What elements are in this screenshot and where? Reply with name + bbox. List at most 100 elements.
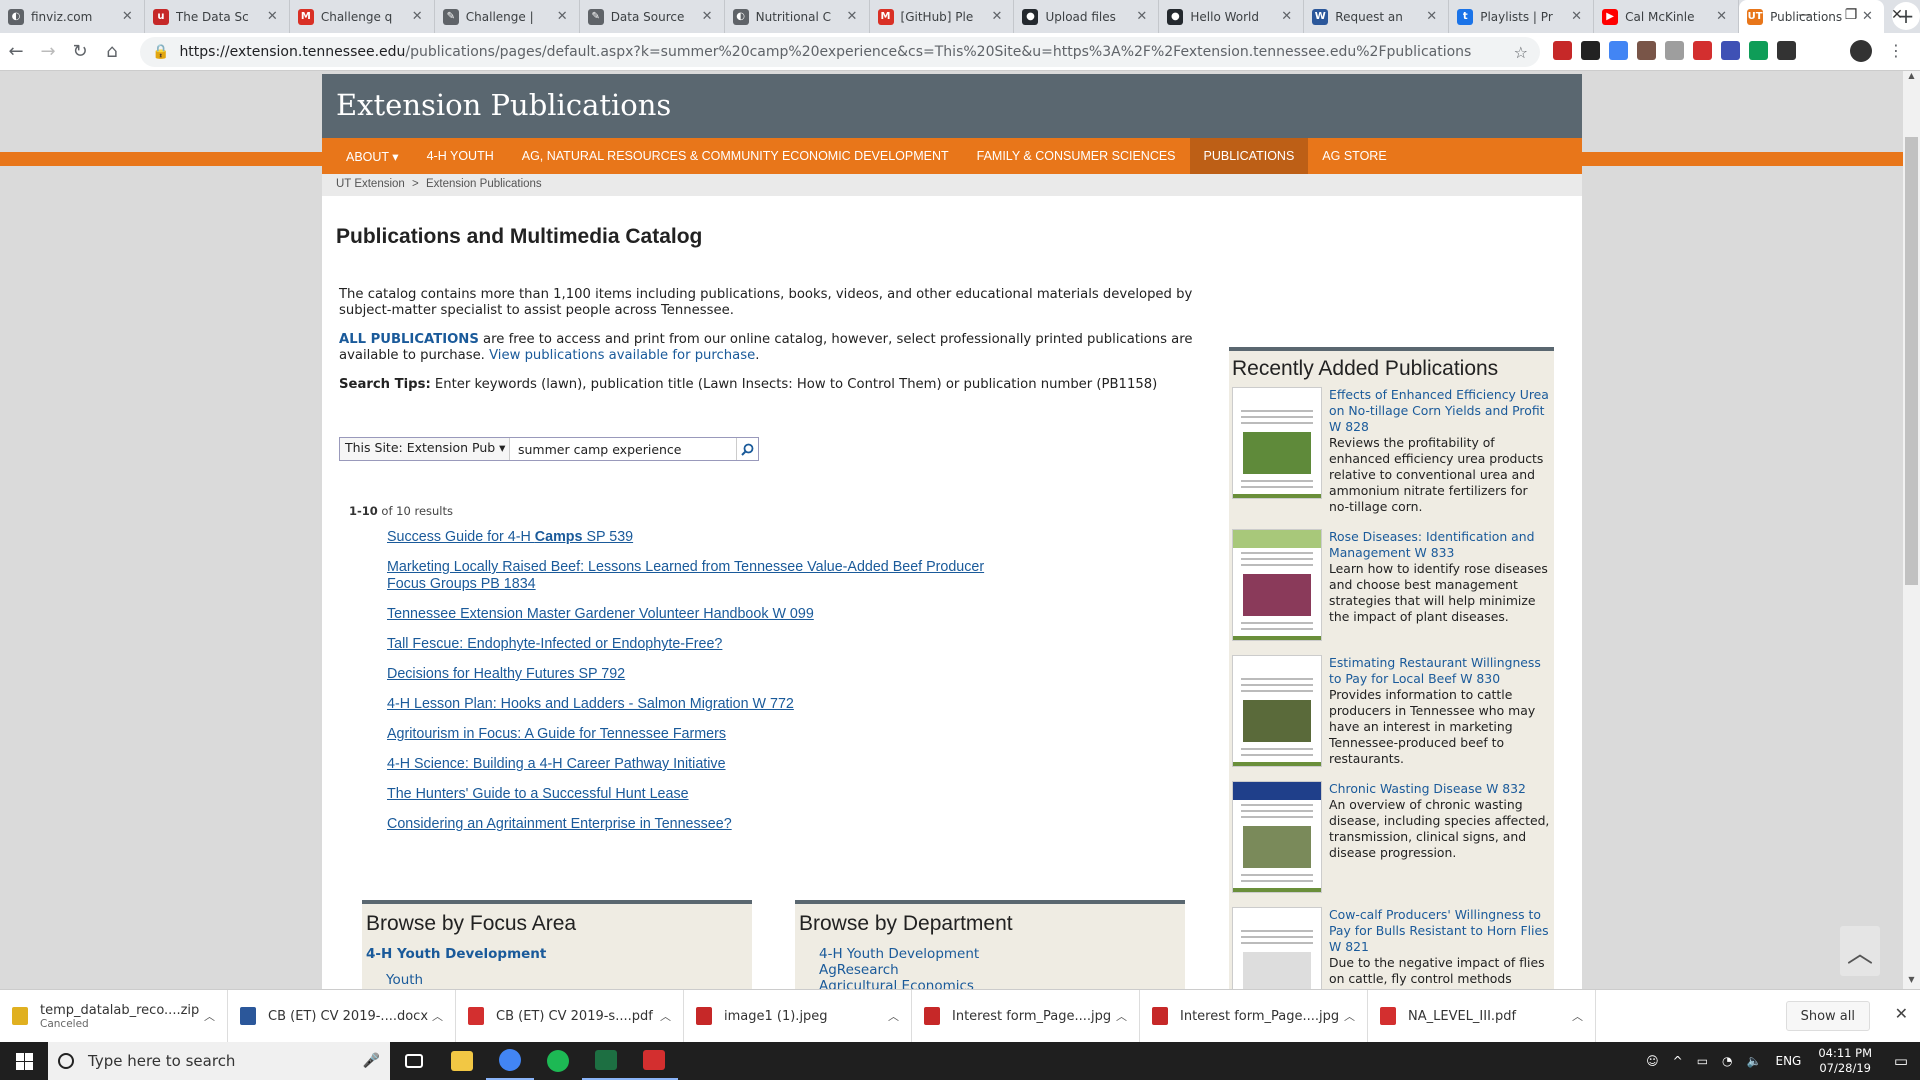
search-scope-dropdown[interactable]: This Site: Extension Pub ▾ <box>340 438 510 460</box>
result-link[interactable]: 4-H Lesson Plan: Hooks and Ladders - Sal… <box>387 696 794 712</box>
browser-tab[interactable]: ● Upload files ✕ <box>1014 0 1160 33</box>
forward-icon[interactable]: → <box>32 36 64 68</box>
language-indicator[interactable]: ENG <box>1775 1054 1801 1068</box>
nav-item[interactable]: AG, NATURAL RESOURCES & COMMUNITY ECONOM… <box>508 138 963 174</box>
publication-title-link[interactable]: Chronic Wasting Disease W 832 <box>1329 781 1551 797</box>
browser-tab[interactable]: M [GitHub] Ple ✕ <box>870 0 1015 33</box>
extension-icon[interactable] <box>1721 41 1740 60</box>
department-link[interactable]: AgResearch <box>799 962 1181 978</box>
clock[interactable]: 04:11 PM 07/28/19 <box>1818 1046 1872 1076</box>
nav-item[interactable]: FAMILY & CONSUMER SCIENCES <box>963 138 1190 174</box>
download-menu-chevron-icon[interactable]: ︿ <box>660 1008 671 1024</box>
browser-tab[interactable]: ✎ Data Source ✕ <box>580 0 725 33</box>
scroll-up-arrow-icon[interactable]: ▲ <box>1903 71 1920 85</box>
tab-close-icon[interactable]: ✕ <box>1571 9 1585 24</box>
scrollbar-thumb[interactable] <box>1905 137 1918 585</box>
download-item[interactable]: Interest form_Page....jpg ︿ <box>1140 989 1368 1043</box>
scroll-to-top-button[interactable]: ︿ <box>1840 926 1880 976</box>
tab-close-icon[interactable]: ✕ <box>267 9 281 24</box>
browser-tab[interactable]: t Playlists | Pr ✕ <box>1449 0 1595 33</box>
battery-icon[interactable]: ▭ <box>1697 1054 1708 1068</box>
vertical-scrollbar[interactable]: ▲ ▼ <box>1903 71 1920 989</box>
nav-item[interactable]: AG STORE <box>1308 138 1400 174</box>
download-menu-chevron-icon[interactable]: ︿ <box>432 1008 443 1024</box>
download-menu-chevron-icon[interactable]: ︿ <box>888 1008 899 1024</box>
result-link[interactable]: Considering an Agritainment Enterprise i… <box>387 816 732 832</box>
close-downloads-icon[interactable]: ✕ <box>1895 1004 1908 1023</box>
extension-icon[interactable] <box>1637 41 1656 60</box>
task-view-icon[interactable] <box>390 1042 438 1080</box>
download-menu-chevron-icon[interactable]: ︿ <box>204 1008 215 1024</box>
nav-item[interactable]: 4-H YOUTH <box>413 138 508 174</box>
tab-close-icon[interactable]: ✕ <box>1716 9 1730 24</box>
breadcrumb-root[interactable]: UT Extension <box>336 178 405 190</box>
browser-tab[interactable]: u The Data Sc ✕ <box>145 0 290 33</box>
scroll-down-arrow-icon[interactable]: ▼ <box>1903 975 1920 989</box>
publication-thumbnail[interactable] <box>1232 529 1322 641</box>
search-input[interactable] <box>510 438 736 460</box>
tab-close-icon[interactable]: ✕ <box>557 9 571 24</box>
address-bar[interactable]: 🔒 https://extension.tennessee.edu/public… <box>140 37 1540 67</box>
taskbar-search[interactable]: Type here to search 🎤 <box>48 1042 390 1080</box>
publication-title-link[interactable]: Estimating Restaurant Willingness to Pay… <box>1329 655 1551 687</box>
nav-item[interactable]: ABOUT ▾ <box>332 138 413 174</box>
result-link[interactable]: Tall Fescue: Endophyte-Infected or Endop… <box>387 636 722 652</box>
extension-icon[interactable] <box>1609 41 1628 60</box>
people-icon[interactable]: ☺ <box>1646 1054 1659 1068</box>
result-link[interactable]: Success Guide for 4-H Camps SP 539 <box>387 529 633 545</box>
close-window-icon[interactable]: ✕ <box>1874 0 1920 30</box>
download-item[interactable]: image1 (1).jpeg ︿ <box>684 989 912 1043</box>
browser-tab[interactable]: W Request an ✕ <box>1304 0 1450 33</box>
extension-icon[interactable] <box>1665 41 1684 60</box>
notification-icon[interactable]: ▭ <box>1882 1052 1920 1070</box>
result-link[interactable]: Marketing Locally Raised Beef: Lessons L… <box>387 559 984 592</box>
publication-title-link[interactable]: Effects of Enhanced Efficiency Urea on N… <box>1329 387 1551 435</box>
download-item[interactable]: CB (ET) CV 2019-s....pdf ︿ <box>456 989 684 1043</box>
browser-tab[interactable]: ● Hello World ✕ <box>1159 0 1305 33</box>
download-menu-chevron-icon[interactable]: ︿ <box>1344 1008 1355 1024</box>
tray-chevron-icon[interactable]: ^ <box>1673 1054 1683 1068</box>
excel-icon[interactable] <box>582 1042 630 1080</box>
site-title[interactable]: Extension Publications <box>336 88 671 122</box>
profile-avatar[interactable] <box>1850 40 1872 62</box>
network-icon[interactable]: ◔ <box>1722 1054 1732 1068</box>
result-link[interactable]: Decisions for Healthy Futures SP 792 <box>387 666 625 682</box>
spotify-icon[interactable] <box>534 1042 582 1080</box>
extension-icon[interactable] <box>1749 41 1768 60</box>
restore-icon[interactable]: ❐ <box>1828 0 1874 30</box>
department-link[interactable]: Agricultural Economics <box>799 978 1181 989</box>
download-menu-chevron-icon[interactable]: ︿ <box>1116 1008 1127 1024</box>
extension-icon[interactable] <box>1777 41 1796 60</box>
purchase-link[interactable]: View publications available for purchase <box>489 348 755 363</box>
download-menu-chevron-icon[interactable]: ︿ <box>1572 1008 1583 1024</box>
publication-thumbnail[interactable] <box>1232 387 1322 499</box>
download-item[interactable]: CB (ET) CV 2019-....docx ︿ <box>228 989 456 1043</box>
tab-close-icon[interactable]: ✕ <box>991 9 1005 24</box>
download-item[interactable]: NA_LEVEL_III.pdf ︿ <box>1368 989 1596 1043</box>
result-link[interactable]: Tennessee Extension Master Gardener Volu… <box>387 606 814 622</box>
reload-icon[interactable]: ↻ <box>64 36 96 68</box>
minimize-icon[interactable]: — <box>1782 0 1828 30</box>
volume-icon[interactable]: 🔈 <box>1747 1054 1762 1068</box>
tab-close-icon[interactable]: ✕ <box>847 9 861 24</box>
publication-thumbnail[interactable] <box>1232 907 1322 989</box>
result-link[interactable]: Agritourism in Focus: A Guide for Tennes… <box>387 726 726 742</box>
focus-area-link[interactable]: 4-H Youth Development <box>366 946 748 962</box>
publication-title-link[interactable]: Cow-calf Producers' Willingness to Pay f… <box>1329 907 1551 955</box>
url-text[interactable]: https://extension.tennessee.edu/publicat… <box>179 44 1513 60</box>
extension-icon[interactable] <box>1693 41 1712 60</box>
publication-thumbnail[interactable] <box>1232 655 1322 767</box>
windows-start-icon[interactable] <box>0 1042 48 1080</box>
tab-close-icon[interactable]: ✕ <box>1136 9 1150 24</box>
microphone-icon[interactable]: 🎤 <box>363 1053 380 1069</box>
tab-close-icon[interactable]: ✕ <box>1426 9 1440 24</box>
download-item[interactable]: temp_datalab_reco....zip Canceled ︿ <box>0 989 228 1043</box>
show-all-downloads-button[interactable]: Show all <box>1785 1001 1870 1031</box>
acrobat-icon[interactable] <box>630 1042 678 1080</box>
browser-tab[interactable]: ◐ finviz.com ✕ <box>0 0 145 33</box>
download-item[interactable]: Interest form_Page....jpg ︿ <box>912 989 1140 1043</box>
menu-kebab-icon[interactable]: ⋮ <box>1888 41 1904 60</box>
extension-icon[interactable] <box>1553 41 1572 60</box>
extension-icon[interactable] <box>1581 41 1600 60</box>
tab-close-icon[interactable]: ✕ <box>122 9 136 24</box>
